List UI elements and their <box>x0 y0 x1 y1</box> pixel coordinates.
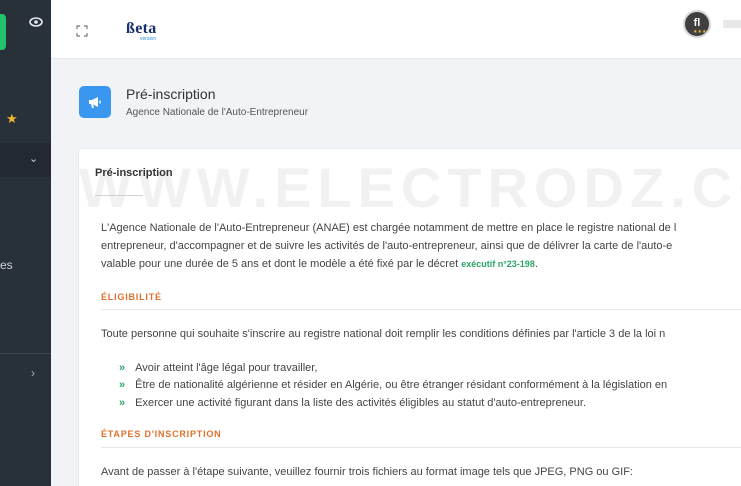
sidebar-divider <box>0 353 51 354</box>
watermark: WWW.ELECTRODZ.COM <box>79 156 741 219</box>
app-logo[interactable] <box>0 14 6 50</box>
eye-icon[interactable] <box>29 17 43 27</box>
brand-version: version <box>140 36 157 42</box>
card-title: Pré-inscription <box>95 167 173 179</box>
intro-line-3-text: valable pour une durée de 5 ans et dont … <box>101 258 462 270</box>
sidebar-item-label[interactable]: es <box>0 258 13 272</box>
bullet-icon: » <box>119 397 126 409</box>
eligibility-text: Toute personne qui souhaite s'inscrire a… <box>101 328 666 340</box>
sidebar-item-active[interactable] <box>0 143 51 177</box>
top-header: ßeta version fl ★★★ <box>51 0 741 59</box>
sidebar: ★ ⌄ es › <box>0 0 51 486</box>
list-item-text: Exercer une activité figurant dans la li… <box>135 397 587 409</box>
bullet-icon: » <box>119 379 126 391</box>
list-item: » Exercer une activité figurant dans la l… <box>119 398 586 409</box>
section-divider <box>101 447 741 448</box>
page-subtitle: Agence Nationale de l'Auto-Entrepreneur <box>126 107 309 118</box>
user-name[interactable] <box>723 20 741 28</box>
chevron-down-icon[interactable]: ⌄ <box>29 152 38 165</box>
intro-line-3: valable pour une durée de 5 ans et dont … <box>101 259 538 270</box>
page-title: Pré-inscription <box>126 86 216 102</box>
avatar-initials: fl <box>693 17 701 29</box>
user-avatar[interactable]: fl ★★★ <box>683 10 711 38</box>
card-title-underline <box>95 195 143 196</box>
list-item-text: Être de nationalité algérienne et réside… <box>135 379 668 391</box>
star-icon[interactable]: ★ <box>6 112 18 125</box>
list-item-text: Avoir atteint l'âge légal pour travaille… <box>135 362 318 374</box>
decret-link[interactable]: exécutif n°23-198 <box>461 259 535 269</box>
intro-line-2: entrepreneur, d'accompagner et de suivre… <box>101 240 673 252</box>
bullet-icon: » <box>119 362 126 374</box>
list-item: » Être de nationalité algérienne et résid… <box>119 380 667 391</box>
section-title-etapes: ÉTAPES D'INSCRIPTION <box>101 429 222 439</box>
chevron-right-icon[interactable]: › <box>31 366 35 380</box>
section-title-eligibilite: ÉLIGIBILITÉ <box>101 292 162 302</box>
avatar-badge: ★★★ <box>693 29 707 35</box>
fullscreen-icon[interactable] <box>76 25 88 37</box>
content-card: WWW.ELECTRODZ.COM Pré-inscription L'Agen… <box>78 148 741 486</box>
megaphone-icon <box>79 86 111 118</box>
list-item: » Avoir atteint l'âge légal pour travaill… <box>119 363 317 374</box>
section-divider <box>101 309 741 310</box>
intro-line-3-end: . <box>534 258 538 270</box>
intro-line-1: L'Agence Nationale de l'Auto-Entrepreneu… <box>101 222 677 234</box>
steps-text: Avant de passer à l'étape suivante, veui… <box>101 466 633 478</box>
